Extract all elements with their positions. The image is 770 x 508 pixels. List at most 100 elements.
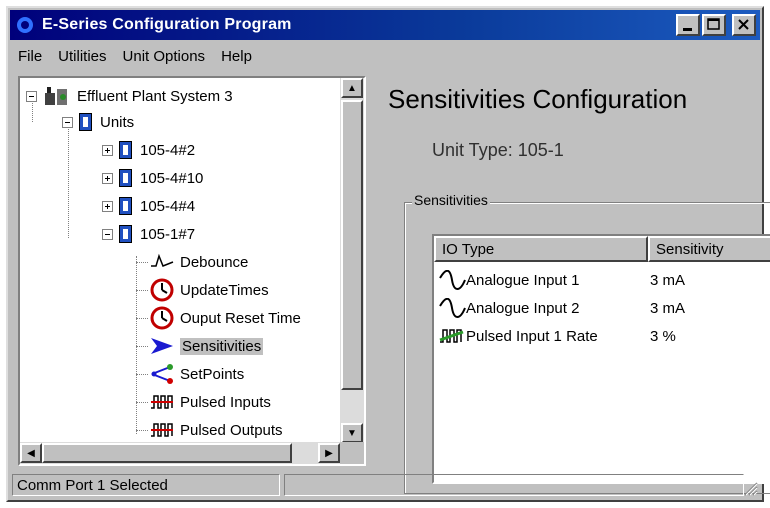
maximize-icon <box>707 18 720 30</box>
sensitivities-list[interactable]: IO Type Sensitivity Analogue Input 1 3 m… <box>432 234 770 484</box>
tree-child-updatetimes[interactable]: UpdateTimes <box>136 278 269 302</box>
tree-vertical-scrollbar[interactable]: ▲ ▼ <box>340 78 364 443</box>
analogue-wave-icon <box>439 298 466 318</box>
tree-root[interactable]: Effluent Plant System 3 <box>26 84 233 108</box>
tree-child-ouput-reset[interactable]: Ouput Reset Time <box>136 306 301 330</box>
tree-child-setpoints[interactable]: SetPoints <box>136 362 244 386</box>
scroll-up-button[interactable]: ▲ <box>341 78 363 98</box>
scroll-right-button[interactable]: ▶ <box>318 443 340 463</box>
menu-help[interactable]: Help <box>213 48 260 65</box>
app-icon <box>17 17 33 33</box>
tree-unit-label: 105-4#4 <box>140 197 196 215</box>
arrow-icon <box>151 338 173 354</box>
list-row[interactable]: Analogue Input 2 3 mA <box>438 294 685 322</box>
right-arrow-icon: ▶ <box>325 447 333 459</box>
setpoints-icon <box>151 364 173 384</box>
expand-icon[interactable] <box>102 172 113 184</box>
page-title: Sensitivities Configuration <box>388 84 688 114</box>
unit-icon <box>119 197 132 215</box>
status-text: Comm Port 1 Selected <box>17 476 168 494</box>
tree-line <box>68 122 69 238</box>
scroll-corner <box>340 442 364 464</box>
tree-unit-item[interactable]: 105-4#10 <box>102 166 203 190</box>
resize-grip-icon[interactable] <box>742 480 758 496</box>
menu-bar: File Utilities Unit Options Help <box>10 42 760 70</box>
status-panel-main: Comm Port 1 Selected <box>12 474 280 496</box>
close-icon <box>738 19 749 30</box>
maximize-button[interactable] <box>702 14 726 36</box>
group-label: Sensitivities <box>412 192 490 208</box>
tree-unit-label: 105-4#10 <box>140 169 204 187</box>
tree-child-label: Pulsed Outputs <box>180 421 283 439</box>
left-arrow-icon: ◀ <box>27 447 35 459</box>
clock-icon <box>150 278 174 302</box>
tree-child-pulsed-inputs[interactable]: Pulsed Inputs <box>136 390 271 414</box>
expand-icon[interactable] <box>102 144 113 156</box>
unit-icon <box>119 225 132 243</box>
scroll-down-button[interactable]: ▼ <box>341 423 363 443</box>
tree-child-label: Debounce <box>180 253 249 271</box>
tree-child-label: Pulsed Inputs <box>180 393 271 411</box>
pulse-icon <box>151 395 173 409</box>
status-panel-secondary <box>284 474 744 496</box>
tree-child-label: UpdateTimes <box>180 281 269 299</box>
down-arrow-icon: ▼ <box>347 427 357 439</box>
plant-system-icon <box>45 87 67 105</box>
menu-file[interactable]: File <box>10 48 50 65</box>
up-arrow-icon: ▲ <box>347 82 357 94</box>
row-io-type: Pulsed Input 1 Rate <box>466 327 598 345</box>
tree-unit-item[interactable]: 105-4#2 <box>102 138 195 162</box>
tree-units-label: Units <box>100 113 135 131</box>
tree-child-label: Ouput Reset Time <box>180 309 301 327</box>
row-sensitivity: 3 mA <box>650 271 686 289</box>
unit-icon <box>119 169 132 187</box>
debounce-icon <box>151 253 174 267</box>
row-io-type: Analogue Input 1 <box>466 271 580 289</box>
minimize-icon <box>683 28 692 31</box>
minimize-button[interactable] <box>676 14 700 36</box>
tree-child-sensitivities[interactable]: Sensitivities <box>136 334 264 358</box>
list-row[interactable]: Analogue Input 1 3 mA <box>438 266 685 294</box>
analogue-wave-icon <box>439 270 466 290</box>
row-io-type: Analogue Input 2 <box>466 299 580 317</box>
tree-unit-label: 105-4#2 <box>140 141 196 159</box>
menu-unit-options[interactable]: Unit Options <box>115 48 214 65</box>
column-header-label: IO Type <box>442 240 495 258</box>
collapse-icon[interactable] <box>62 116 73 128</box>
collapse-icon[interactable] <box>26 90 37 102</box>
tree-unit-item[interactable]: 105-1#7 <box>102 222 195 246</box>
tree-child-debounce[interactable]: Debounce <box>136 250 248 274</box>
menu-utilities[interactable]: Utilities <box>50 48 114 65</box>
horizontal-scroll-thumb[interactable] <box>42 443 292 463</box>
tree-unit-item[interactable]: 105-4#4 <box>102 194 195 218</box>
vertical-scroll-thumb[interactable] <box>341 100 363 390</box>
list-row[interactable]: Pulsed Input 1 Rate 3 % <box>438 322 676 350</box>
column-header-sensitivity[interactable]: Sensitivity <box>648 236 770 262</box>
row-sensitivity: 3 mA <box>650 299 686 317</box>
tree-unit-label: 105-1#7 <box>140 225 196 243</box>
status-bar: Comm Port 1 Selected <box>10 472 760 498</box>
pulse-icon <box>151 423 173 437</box>
expand-icon[interactable] <box>102 200 113 212</box>
window-title: E-Series Configuration Program <box>42 16 292 33</box>
title-bar[interactable]: E-Series Configuration Program <box>10 10 760 40</box>
tree-view[interactable]: Effluent Plant System 3 Units 105-4#2 10… <box>18 76 366 466</box>
collapse-icon[interactable] <box>102 228 113 240</box>
column-header-io-type[interactable]: IO Type <box>434 236 648 262</box>
row-sensitivity: 3 % <box>650 327 676 345</box>
tree-horizontal-scrollbar[interactable]: ◀ ▶ <box>20 442 340 464</box>
close-button[interactable] <box>732 14 756 36</box>
units-icon <box>79 113 92 131</box>
clock-icon <box>150 306 174 330</box>
tree-child-label: SetPoints <box>180 365 245 383</box>
main-window: E-Series Configuration Program File Util… <box>6 6 770 502</box>
config-panel: Sensitivities Configuration Unit Type: 1… <box>370 76 770 494</box>
tree-child-pulsed-outputs[interactable]: Pulsed Outputs <box>136 418 283 442</box>
unit-icon <box>119 141 132 159</box>
scroll-left-button[interactable]: ◀ <box>20 443 42 463</box>
pulse-rate-icon <box>439 329 464 343</box>
tree-child-label: Sensitivities <box>180 337 264 355</box>
tree-units[interactable]: Units <box>62 110 134 134</box>
tree-root-label: Effluent Plant System 3 <box>77 87 233 105</box>
unit-type-label: Unit Type: 105-1 <box>432 140 564 160</box>
